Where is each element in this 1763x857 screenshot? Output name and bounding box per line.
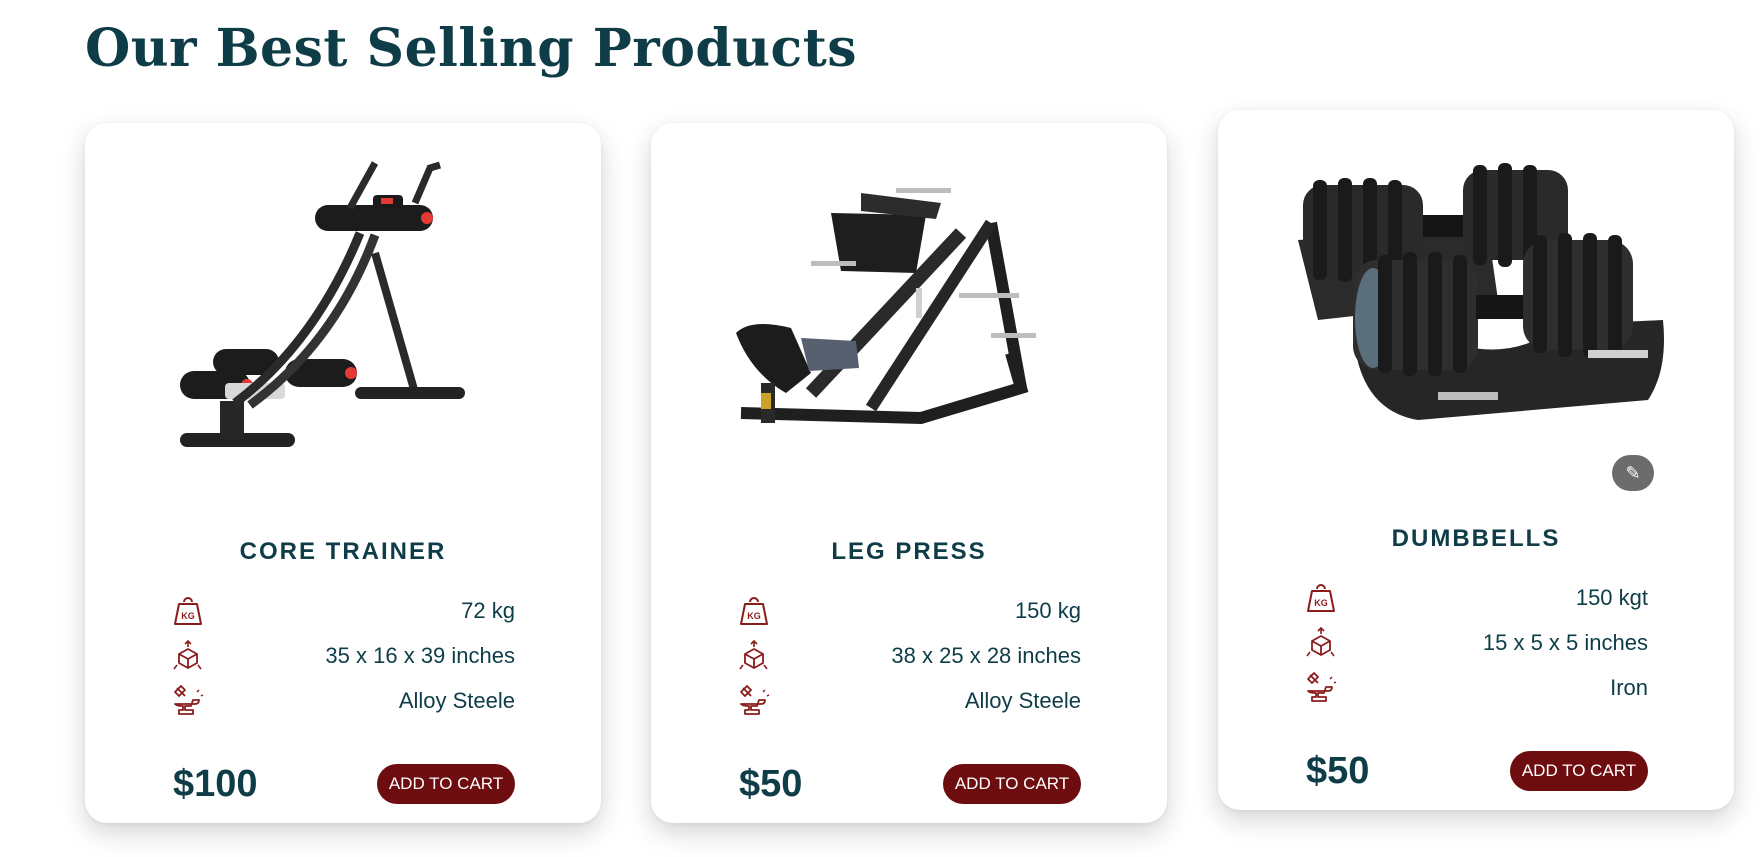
spec-dimensions-value: 15 x 5 x 5 inches — [1482, 629, 1648, 655]
dimensions-box-icon — [737, 639, 771, 673]
anvil-hammer-icon — [171, 684, 205, 718]
spec-dimensions-value: 38 x 25 x 28 inches — [891, 642, 1081, 668]
dumbbells-image — [1258, 130, 1694, 490]
anvil-hammer-icon — [1304, 671, 1338, 705]
spec-material-value: Iron — [1610, 674, 1648, 700]
add-to-cart-button[interactable]: ADD TO CART — [943, 764, 1081, 804]
kg-weight-icon: KG — [171, 594, 205, 628]
spec-row-material: Alloy Steele — [171, 678, 515, 723]
product-price: $50 — [739, 763, 803, 805]
spec-weight-value: 72 kg — [461, 597, 515, 623]
svg-text:KG: KG — [747, 611, 761, 621]
svg-text:KG: KG — [1314, 598, 1328, 608]
product-name: LEG PRESS — [831, 538, 987, 565]
add-to-cart-button[interactable]: ADD TO CART — [1510, 751, 1648, 791]
spec-weight-value: 150 kgt — [1575, 584, 1648, 610]
kg-weight-icon: KG — [737, 594, 771, 628]
product-price: $100 — [173, 763, 258, 805]
product-card-leg-press: LEG PRESS KG 150 kg 38 x 25 x 28 inches … — [651, 123, 1167, 823]
product-price: $50 — [1306, 750, 1370, 792]
leg-press-image — [691, 143, 1127, 503]
product-specs: KG 150 kg 38 x 25 x 28 inches Alloy Stee… — [737, 588, 1081, 723]
product-name: CORE TRAINER — [239, 538, 447, 565]
section-title: Our Best Selling Products — [85, 18, 858, 79]
dimensions-box-icon — [1304, 626, 1338, 660]
spec-weight-value: 150 kg — [1014, 597, 1081, 623]
anvil-hammer-icon — [737, 684, 771, 718]
spec-dimensions-value: 35 x 16 x 39 inches — [325, 642, 515, 668]
product-card-dumbbells: ✎ DUMBBELLS KG 150 kgt 15 x 5 x 5 inches… — [1218, 110, 1734, 810]
spec-row-dimensions: 35 x 16 x 39 inches — [171, 633, 515, 678]
spec-material-value: Alloy Steele — [398, 687, 515, 713]
product-specs: KG 150 kgt 15 x 5 x 5 inches Iron — [1304, 575, 1648, 710]
kg-weight-icon: KG — [1304, 581, 1338, 615]
svg-text:KG: KG — [181, 611, 195, 621]
core-trainer-image — [125, 143, 561, 503]
spec-row-dimensions: 15 x 5 x 5 inches — [1304, 620, 1648, 665]
spec-row-material: Iron — [1304, 665, 1648, 710]
spec-row-material: Alloy Steele — [737, 678, 1081, 723]
product-card-core-trainer: CORE TRAINER KG 72 kg 35 x 16 x 39 inche… — [85, 123, 601, 823]
spec-material-value: Alloy Steele — [964, 687, 1081, 713]
add-to-cart-button[interactable]: ADD TO CART — [377, 764, 515, 804]
dimensions-box-icon — [171, 639, 205, 673]
spec-row-weight: KG 150 kg — [737, 588, 1081, 633]
product-name: DUMBBELLS — [1391, 525, 1561, 552]
magic-wand-icon[interactable]: ✎ — [1612, 455, 1654, 491]
spec-row-weight: KG 150 kgt — [1304, 575, 1648, 620]
spec-row-dimensions: 38 x 25 x 28 inches — [737, 633, 1081, 678]
spec-row-weight: KG 72 kg — [171, 588, 515, 633]
product-specs: KG 72 kg 35 x 16 x 39 inches Alloy Steel… — [171, 588, 515, 723]
